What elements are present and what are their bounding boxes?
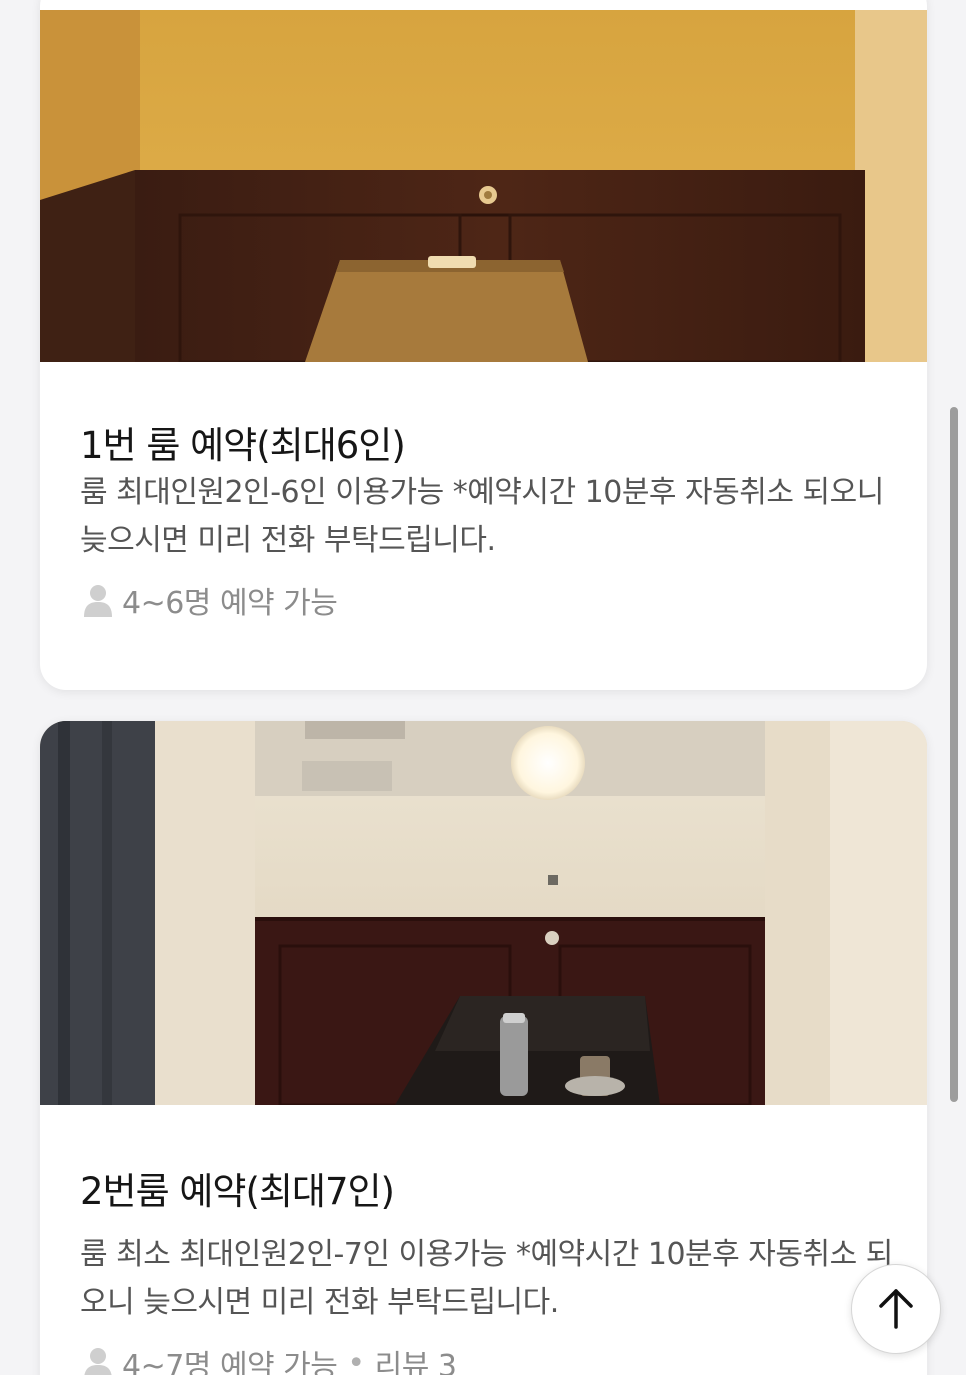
arrow-up-icon: [879, 1289, 913, 1329]
room-2-reviews[interactable]: 리뷰 3: [375, 1341, 457, 1375]
scroll-to-top-button[interactable]: [851, 1264, 941, 1354]
room-1-photo: [40, 10, 927, 362]
person-icon: [84, 1348, 112, 1375]
room-1-meta: 4~6명 예약 가능: [82, 578, 338, 622]
room-2-capacity: 4~7명 예약 가능: [122, 1349, 338, 1375]
room-2-photo: [40, 721, 927, 1105]
room-2-title[interactable]: 2번룸 예약(최대7인): [80, 1161, 395, 1215]
meta-separator: •: [347, 1345, 365, 1375]
room-1-capacity: 4~6명 예약 가능: [122, 586, 338, 621]
room-card-2[interactable]: 2번룸 예약(최대7인) 룸 최소 최대인원2인-7인 이용가능 *예약시간 1…: [40, 721, 927, 1375]
scrollbar[interactable]: [950, 407, 958, 1102]
room-card-1[interactable]: 1번 룸 예약(최대6인) 룸 최대인원2인-6인 이용가능 *예약시간 10분…: [40, 0, 927, 690]
room-2-description: 룸 최소 최대인원2인-7인 이용가능 *예약시간 10분후 자동취소 되오니 …: [80, 1237, 893, 1320]
room-1-description: 룸 최대인원2인-6인 이용가능 *예약시간 10분후 자동취소 되오니 늦으시…: [80, 475, 884, 558]
person-icon: [84, 585, 112, 617]
room-2-meta: 4~7명 예약 가능 • 리뷰 3: [82, 1341, 457, 1375]
room-1-title[interactable]: 1번 룸 예약(최대6인): [80, 415, 406, 469]
